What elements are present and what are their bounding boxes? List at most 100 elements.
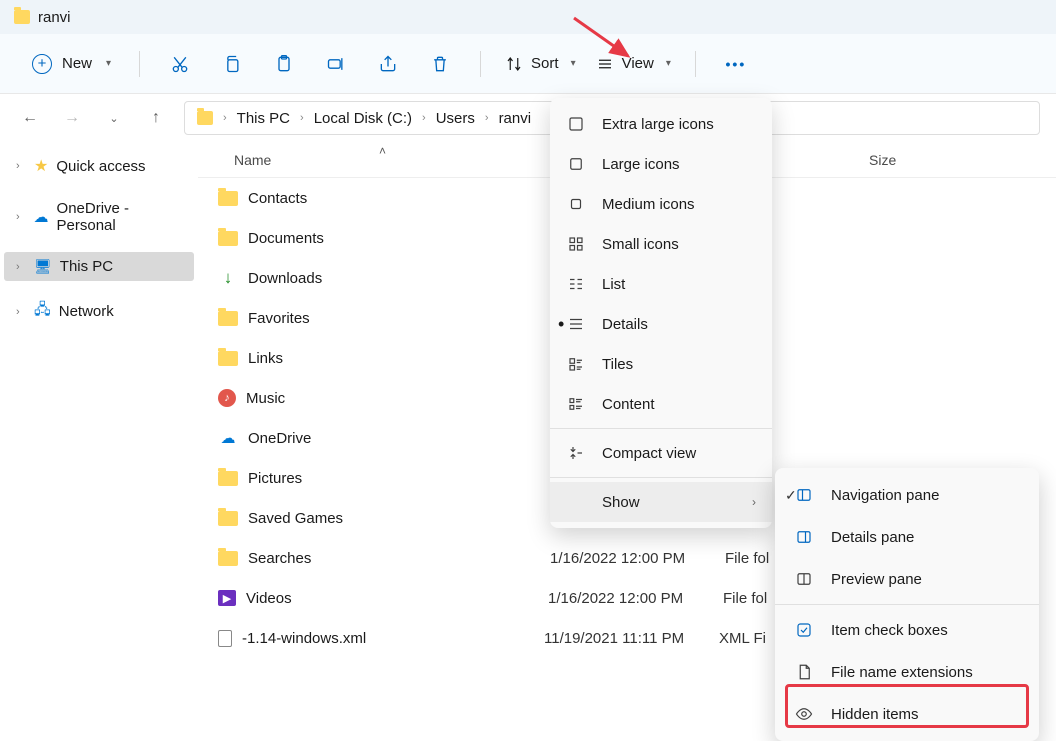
folder-icon: [218, 231, 238, 246]
view-details[interactable]: •Details: [550, 304, 772, 344]
column-size[interactable]: Size: [869, 152, 1056, 168]
menu-label: Extra large icons: [602, 116, 714, 133]
chevron-right-icon: ›: [298, 112, 306, 124]
menu-label: Item check boxes: [831, 622, 948, 639]
folder-icon: [14, 10, 30, 24]
music-icon: ♪: [218, 389, 236, 407]
cloud-icon: ☁: [218, 429, 238, 447]
view-tiles[interactable]: Tiles: [550, 344, 772, 384]
breadcrumb[interactable]: Users: [432, 108, 479, 129]
file-name: Downloads: [248, 270, 550, 287]
pc-icon: 🖥: [34, 258, 52, 275]
sort-button[interactable]: Sort ▾: [499, 51, 582, 77]
view-large[interactable]: Large icons: [550, 144, 772, 184]
show-preview-pane[interactable]: Preview pane: [775, 558, 1039, 600]
delete-button[interactable]: [418, 46, 462, 82]
show-hidden-items[interactable]: Hidden items: [775, 693, 1039, 735]
sidebar-item-network[interactable]: ›🖧Network: [4, 293, 194, 330]
separator: [695, 51, 696, 77]
file-icon: [218, 630, 232, 647]
menu-label: Navigation pane: [831, 487, 939, 504]
star-icon: ★: [34, 156, 48, 176]
show-menu: ✓ Navigation pane Details pane Preview pa…: [775, 468, 1039, 741]
check-icon: ✓: [785, 487, 797, 504]
breadcrumb[interactable]: This PC: [233, 108, 294, 129]
window-title: ranvi: [38, 9, 71, 26]
file-name: Links: [248, 350, 550, 367]
view-medium[interactable]: Medium icons: [550, 184, 772, 224]
pane-icon: [793, 528, 815, 546]
view-show[interactable]: Show›: [550, 482, 772, 522]
show-check-boxes[interactable]: Item check boxes: [775, 609, 1039, 651]
breadcrumb[interactable]: Local Disk (C:): [310, 108, 416, 129]
file-name: Favorites: [248, 310, 550, 327]
title-bar: ranvi: [0, 0, 1056, 34]
menu-label: Details: [602, 316, 648, 333]
view-list[interactable]: List: [550, 264, 772, 304]
view-label: View: [622, 55, 654, 72]
folder-icon: [197, 111, 213, 125]
column-name[interactable]: Name: [234, 152, 544, 168]
copy-button[interactable]: [210, 46, 254, 82]
view-extra-large[interactable]: Extra large icons: [550, 104, 772, 144]
menu-label: Content: [602, 396, 655, 413]
file-name: Pictures: [248, 470, 550, 487]
file-name: -1.14-windows.xml: [242, 630, 544, 647]
sidebar: ›★Quick access ›☁OneDrive - Personal ›🖥T…: [0, 142, 198, 738]
file-name: Searches: [248, 550, 550, 567]
menu-label: Medium icons: [602, 196, 695, 213]
tiles-icon: [566, 355, 586, 373]
grid-icon: [566, 195, 586, 213]
view-content[interactable]: Content: [550, 384, 772, 424]
view-compact[interactable]: Compact view: [550, 433, 772, 473]
file-name: Music: [246, 390, 548, 407]
show-details-pane[interactable]: Details pane: [775, 516, 1039, 558]
video-icon: ▶: [218, 590, 236, 606]
file-icon: [793, 663, 815, 681]
show-extensions[interactable]: File name extensions: [775, 651, 1039, 693]
back-button[interactable]: ←: [16, 104, 44, 132]
menu-label: List: [602, 276, 625, 293]
forward-button[interactable]: →: [58, 104, 86, 132]
separator: [550, 428, 772, 429]
details-icon: [566, 315, 586, 333]
separator: [480, 51, 481, 77]
chevron-down-icon: ▾: [106, 58, 111, 69]
menu-label: File name extensions: [831, 664, 973, 681]
recent-button[interactable]: ⌄: [100, 104, 128, 132]
cut-button[interactable]: [158, 46, 202, 82]
cloud-icon: ☁: [34, 208, 49, 226]
folder-icon: [218, 351, 238, 366]
menu-label: Small icons: [602, 236, 679, 253]
sidebar-label: Network: [59, 303, 114, 320]
up-button[interactable]: ↑: [142, 104, 170, 132]
file-date: 1/16/2022 12:00 PM: [550, 550, 725, 567]
view-button[interactable]: View ▾: [590, 51, 677, 77]
chevron-right-icon: ›: [752, 495, 756, 509]
file-date: 11/19/2021 11:11 PM: [544, 630, 719, 647]
plus-icon: +: [32, 54, 52, 74]
more-button[interactable]: •••: [714, 46, 758, 82]
sort-icon: [505, 55, 523, 73]
breadcrumb[interactable]: ranvi: [495, 108, 536, 129]
sidebar-item-onedrive[interactable]: ›☁OneDrive - Personal: [4, 194, 194, 240]
show-navigation-pane[interactable]: ✓ Navigation pane: [775, 474, 1039, 516]
rename-button[interactable]: [314, 46, 358, 82]
sidebar-item-this-pc[interactable]: ›🖥This PC: [4, 252, 194, 281]
ellipsis-icon: •••: [726, 56, 747, 72]
share-button[interactable]: [366, 46, 410, 82]
new-label: New: [62, 55, 92, 72]
separator: [139, 51, 140, 77]
toolbar: + New ▾ Sort ▾ View ▾ •••: [0, 34, 1056, 94]
folder-icon: [218, 511, 238, 526]
sidebar-label: This PC: [60, 258, 113, 275]
view-icon: [596, 55, 614, 73]
chevron-right-icon: ›: [16, 211, 26, 223]
list-icon: [566, 275, 586, 293]
view-small[interactable]: Small icons: [550, 224, 772, 264]
paste-button[interactable]: [262, 46, 306, 82]
chevron-right-icon: ›: [221, 112, 229, 124]
new-button[interactable]: + New ▾: [22, 48, 121, 80]
folder-icon: [218, 191, 238, 206]
sidebar-item-quick-access[interactable]: ›★Quick access: [4, 150, 194, 182]
